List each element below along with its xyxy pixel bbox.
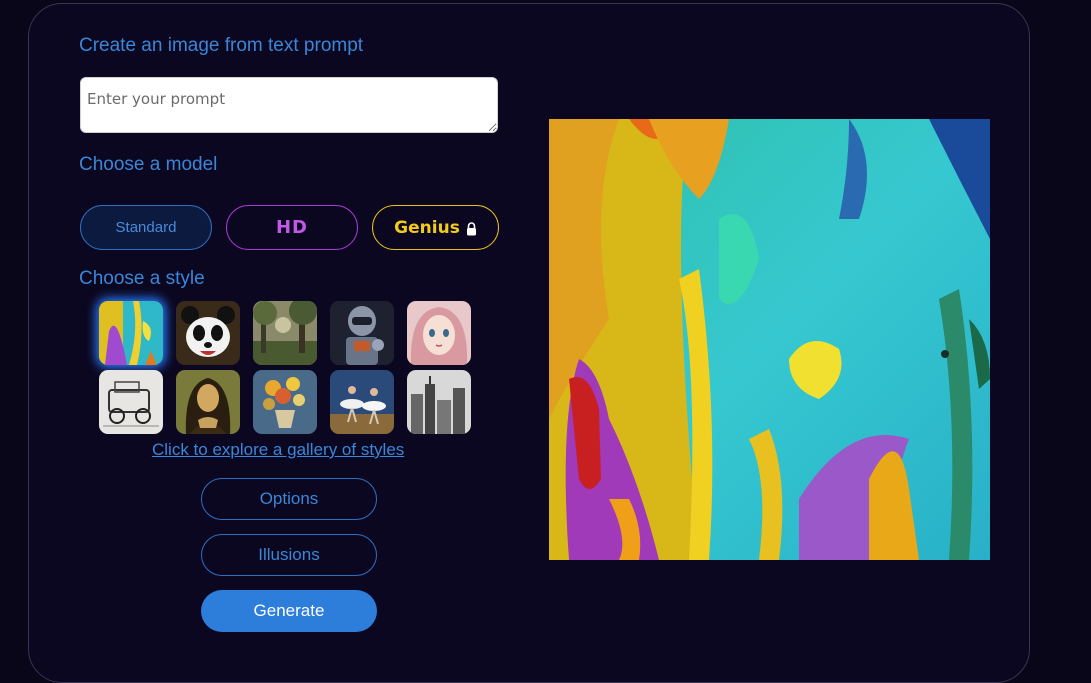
illusions-button[interactable]: Illusions (201, 534, 377, 576)
style-mona-lisa[interactable] (176, 370, 240, 434)
style-ballet-dancers[interactable] (330, 370, 394, 434)
options-label: Options (259, 489, 319, 508)
prompt-input[interactable] (80, 77, 498, 133)
style-flower-vase[interactable] (253, 370, 317, 434)
create-heading: Create an image from text prompt (79, 35, 364, 56)
style-panda[interactable] (176, 301, 240, 365)
style-city-sketch[interactable] (407, 370, 471, 434)
model-heading: Choose a model (79, 154, 218, 175)
hd-model-label: HD (275, 217, 308, 238)
generated-image-preview (549, 119, 990, 560)
standard-model-label: Standard (115, 219, 177, 236)
style-gallery-link[interactable]: Click to explore a gallery of styles (152, 440, 404, 460)
style-vintage-car-sketch[interactable] (99, 370, 163, 434)
style-grid (99, 301, 472, 434)
genius-model-button[interactable]: Genius (372, 205, 499, 250)
lock-icon (466, 221, 477, 235)
illusions-label: Illusions (258, 545, 320, 564)
generate-label: Generate (253, 601, 325, 620)
hd-model-button[interactable]: HD (226, 205, 358, 250)
style-heading: Choose a style (79, 268, 205, 289)
style-forest-landscape[interactable] (253, 301, 317, 365)
style-abstract-painting[interactable] (99, 301, 163, 365)
genius-model-label: Genius (394, 217, 460, 238)
generate-button[interactable]: Generate (201, 590, 377, 632)
style-robot[interactable] (330, 301, 394, 365)
standard-model-button[interactable]: Standard (80, 205, 212, 250)
options-button[interactable]: Options (201, 478, 377, 520)
style-anime-girl[interactable] (407, 301, 471, 365)
